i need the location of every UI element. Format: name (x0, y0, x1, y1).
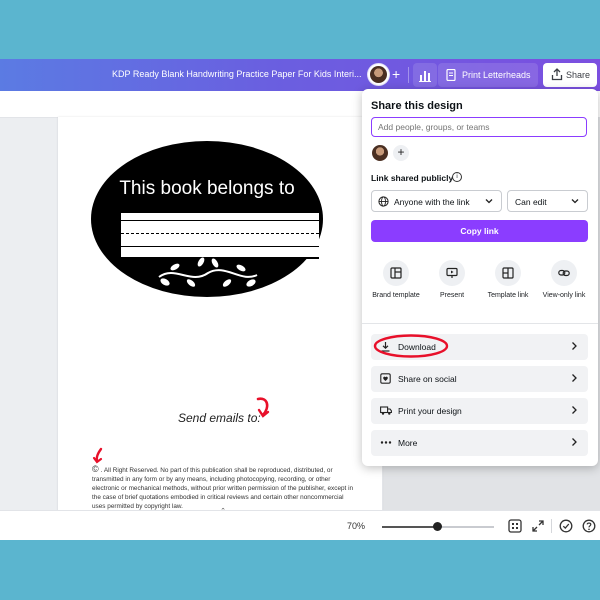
document-title[interactable]: KDP Ready Blank Handwriting Practice Pap… (112, 69, 362, 79)
option-template-link[interactable]: Template link (480, 260, 536, 300)
insights-button[interactable] (413, 63, 437, 87)
add-collaborator-button[interactable]: + (392, 66, 400, 82)
fullscreen-icon[interactable] (531, 519, 545, 533)
zoom-slider-handle[interactable] (432, 522, 442, 531)
design-page[interactable]: This book belongs to Send emails to: © .… (58, 117, 382, 540)
link-access-select[interactable]: Anyone with the link (371, 190, 502, 212)
share-label: Share (566, 70, 591, 80)
zoom-slider-fill (382, 526, 437, 528)
share-button[interactable]: Share (543, 63, 597, 87)
globe-icon (378, 196, 389, 207)
option-label: Present (439, 292, 465, 299)
option-label: Brand template (372, 292, 420, 299)
collaborator-avatar[interactable] (372, 145, 388, 161)
more-dots-icon (380, 441, 392, 444)
more-row[interactable]: More (371, 430, 588, 456)
chevron-right-icon (572, 374, 577, 382)
option-present[interactable]: Present (424, 260, 480, 300)
red-check-annotation-icon (92, 447, 103, 464)
handwriting-lines (121, 211, 319, 259)
chevron-down-icon (571, 199, 579, 204)
permission-value: Can edit (515, 197, 547, 207)
bottom-bar: 70% (0, 510, 600, 540)
template-link-icon (502, 267, 514, 279)
panel-divider (362, 323, 598, 324)
view-only-link-icon (558, 269, 570, 277)
permission-select[interactable]: Can edit (507, 190, 588, 212)
print-your-design-row[interactable]: Print your design (371, 398, 588, 424)
top-header-bar: KDP Ready Blank Handwriting Practice Pap… (0, 59, 600, 91)
zoom-slider[interactable] (382, 522, 494, 531)
avatar-image (370, 66, 387, 83)
chevron-right-icon (572, 406, 577, 414)
brand-template-icon (390, 267, 402, 279)
row-label: Print your design (398, 406, 462, 416)
canva-editor: KDP Ready Blank Handwriting Practice Pap… (0, 59, 600, 540)
download-row[interactable]: Download (371, 334, 588, 360)
row-label: More (398, 438, 418, 448)
bookplate-title: This book belongs to (119, 178, 295, 199)
link-access-value: Anyone with the link (394, 197, 470, 207)
present-icon (446, 267, 458, 278)
top-guide-line (121, 220, 319, 221)
add-people-input[interactable] (371, 117, 587, 137)
share-panel-title: Share this design (371, 100, 463, 112)
chevron-right-icon (572, 342, 577, 350)
copyright-text: . All Right Reserved. No part of this pu… (92, 467, 354, 510)
vine-ornament-icon (158, 257, 258, 287)
heart-icon (380, 373, 391, 384)
print-letterheads-button[interactable]: Print Letterheads (438, 63, 538, 87)
print-label: Print Letterheads (462, 70, 531, 80)
share-design-panel: Share this design + Link shared publicly… (362, 89, 598, 466)
bookplate-oval[interactable]: This book belongs to (91, 141, 323, 297)
help-icon[interactable] (582, 519, 596, 533)
share-upload-icon (551, 68, 563, 81)
copy-link-button[interactable]: Copy link (371, 220, 588, 242)
document-icon (446, 69, 456, 81)
chevron-right-icon (572, 438, 577, 446)
option-label: Template link (487, 292, 529, 299)
option-view-only-link[interactable]: View-only link (536, 260, 592, 300)
red-arrow-annotation-icon (256, 397, 270, 418)
share-on-social-row[interactable]: Share on social (371, 366, 588, 392)
bottom-divider (551, 519, 552, 533)
send-emails-text[interactable]: Send emails to: (178, 411, 261, 425)
copyright-notice[interactable]: ©. All Right Reserved. No part of this p… (92, 465, 356, 511)
grid-view-icon[interactable] (508, 519, 522, 533)
bar-chart-icon (419, 71, 431, 82)
header-divider (408, 67, 409, 83)
add-collaborator-small-button[interactable]: + (393, 145, 409, 161)
option-brand-template[interactable]: Brand template (368, 260, 424, 300)
check-circle-icon[interactable] (559, 519, 573, 533)
info-icon[interactable]: i (452, 172, 462, 182)
base-guide-line (121, 246, 319, 247)
option-label: View-only link (542, 292, 586, 299)
row-label: Share on social (398, 374, 457, 384)
zoom-percentage[interactable]: 70% (347, 521, 365, 531)
red-circle-annotation-icon (373, 334, 449, 358)
chevron-down-icon (485, 199, 493, 204)
mid-dashed-line (121, 233, 319, 234)
link-access-label: Link shared publicly (371, 173, 454, 183)
truck-icon (380, 406, 392, 415)
user-avatar[interactable] (368, 64, 389, 85)
